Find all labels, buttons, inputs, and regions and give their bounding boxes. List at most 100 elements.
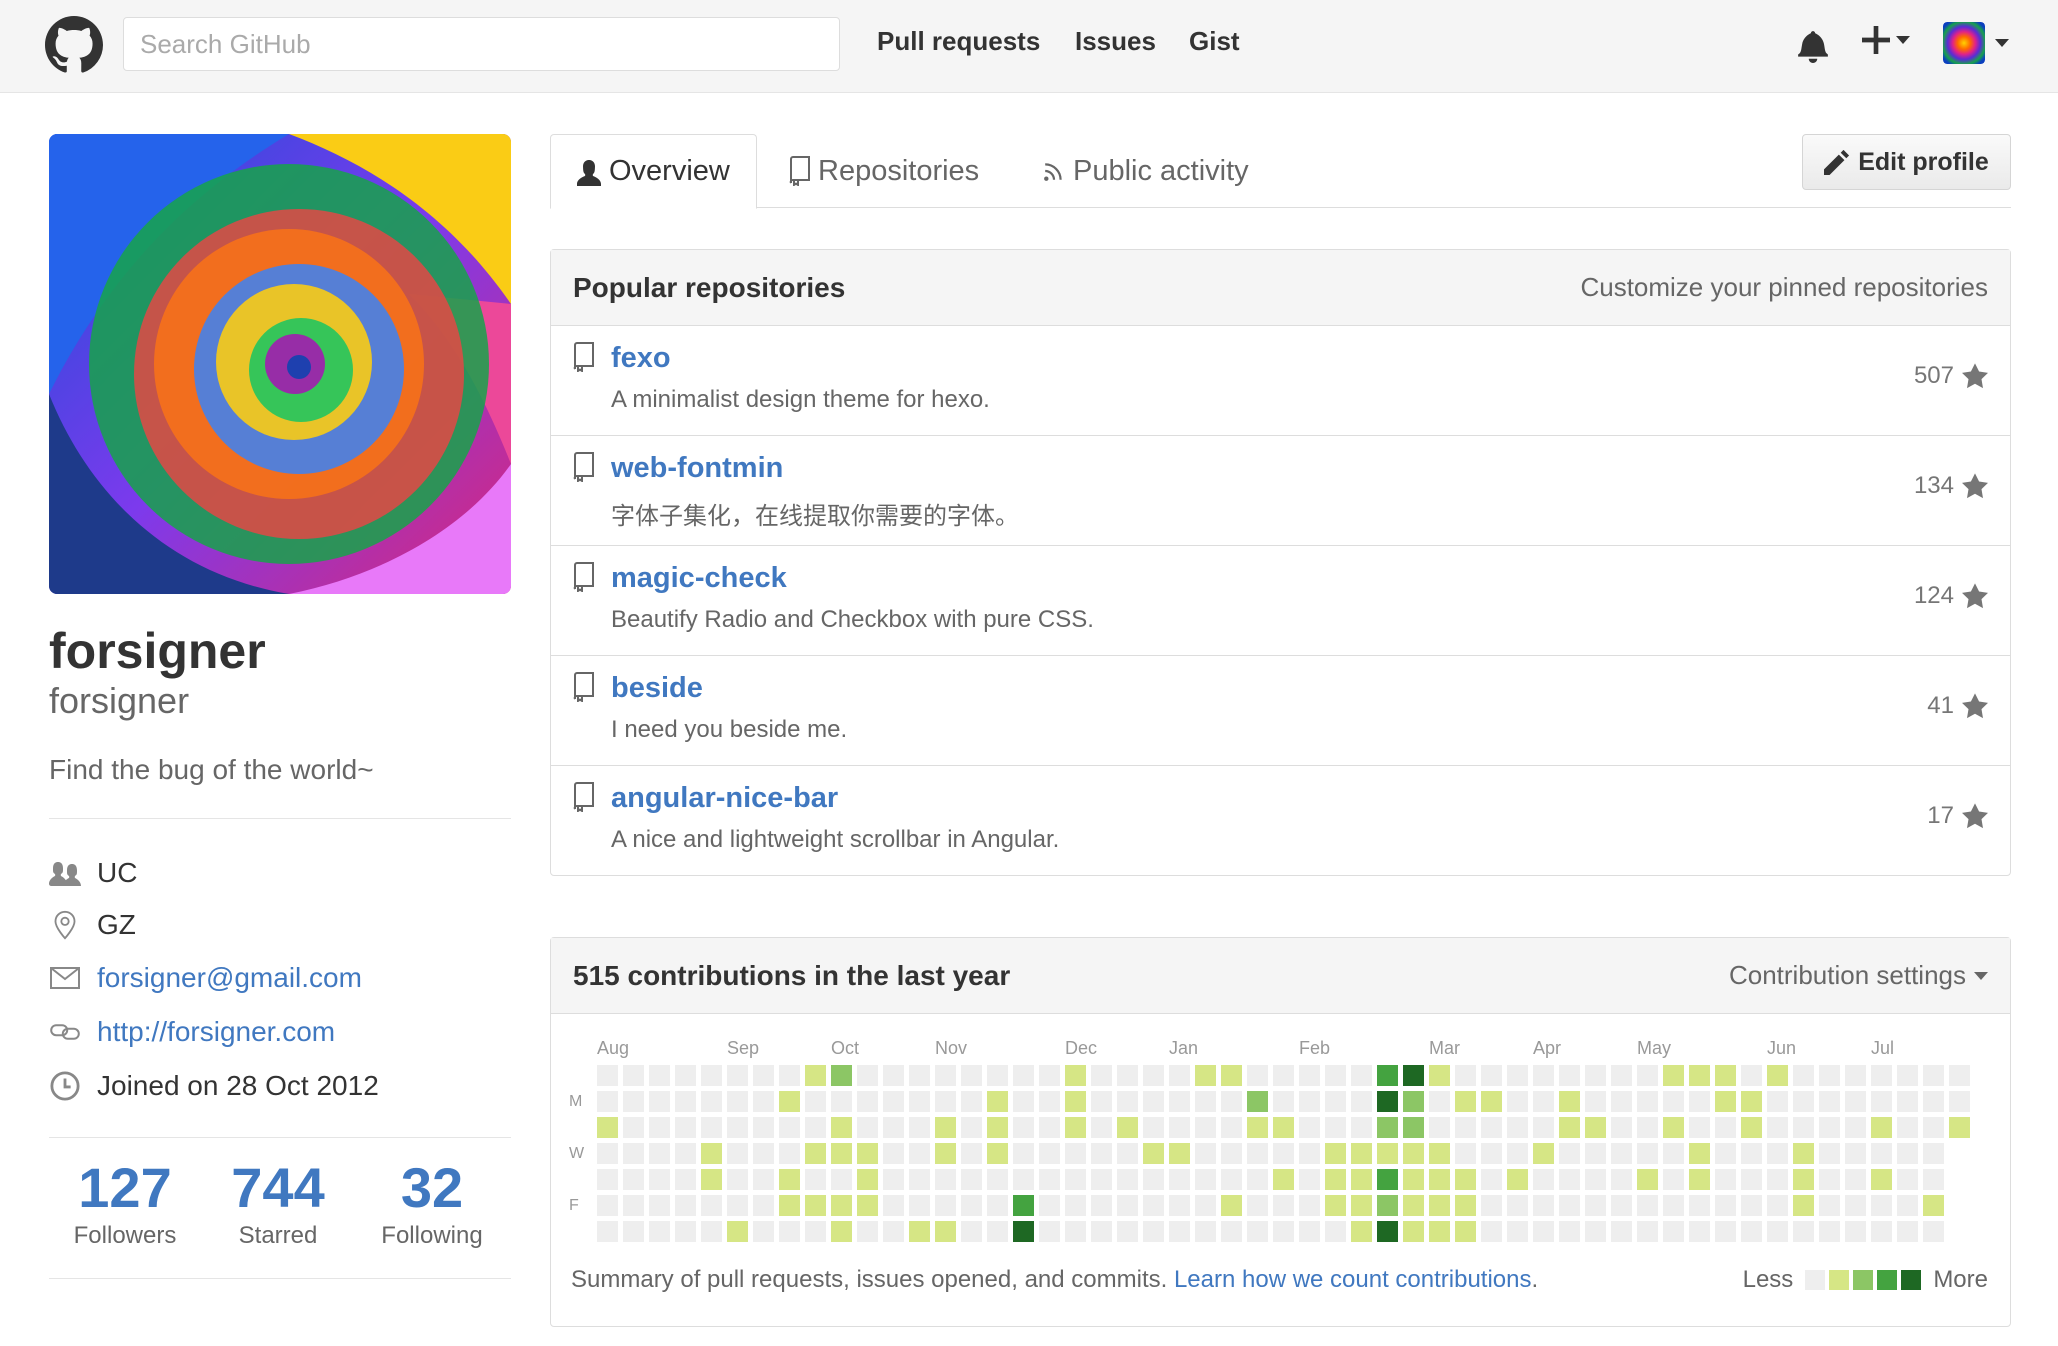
contribution-day[interactable] — [1039, 1065, 1060, 1086]
contribution-day[interactable] — [597, 1065, 618, 1086]
contribution-day[interactable] — [1377, 1169, 1398, 1190]
contribution-day[interactable] — [1871, 1221, 1892, 1242]
contribution-day[interactable] — [1091, 1065, 1112, 1086]
contribution-day[interactable] — [1351, 1169, 1372, 1190]
contribution-day[interactable] — [1221, 1091, 1242, 1112]
contribution-day[interactable] — [1403, 1117, 1424, 1138]
contribution-day[interactable] — [1169, 1169, 1190, 1190]
contribution-day[interactable] — [961, 1221, 982, 1242]
contribution-day[interactable] — [1169, 1091, 1190, 1112]
contribution-day[interactable] — [1871, 1117, 1892, 1138]
contribution-day[interactable] — [779, 1091, 800, 1112]
contribution-day[interactable] — [987, 1221, 1008, 1242]
contribution-day[interactable] — [649, 1143, 670, 1164]
contribution-day[interactable] — [1481, 1117, 1502, 1138]
contribution-day[interactable] — [1091, 1091, 1112, 1112]
contribution-day[interactable] — [597, 1195, 618, 1216]
contribution-day[interactable] — [831, 1143, 852, 1164]
repo-name-link[interactable]: angular-nice-bar — [611, 782, 838, 815]
contribution-day[interactable] — [675, 1091, 696, 1112]
tab-repositories[interactable]: Repositories — [788, 134, 979, 208]
contribution-day[interactable] — [909, 1117, 930, 1138]
contribution-day[interactable] — [675, 1169, 696, 1190]
contribution-day[interactable] — [779, 1169, 800, 1190]
contribution-day[interactable] — [753, 1091, 774, 1112]
contribution-day[interactable] — [1299, 1065, 1320, 1086]
contribution-day[interactable] — [753, 1117, 774, 1138]
contribution-day[interactable] — [779, 1065, 800, 1086]
contribution-day[interactable] — [779, 1221, 800, 1242]
contribution-day[interactable] — [1325, 1143, 1346, 1164]
contribution-day[interactable] — [1351, 1195, 1372, 1216]
contribution-day[interactable] — [935, 1117, 956, 1138]
contribution-day[interactable] — [753, 1065, 774, 1086]
contribution-day[interactable] — [1793, 1065, 1814, 1086]
contribution-day[interactable] — [1091, 1117, 1112, 1138]
contribution-day[interactable] — [1793, 1117, 1814, 1138]
nav-gist[interactable]: Gist — [1189, 26, 1240, 57]
contribution-day[interactable] — [1351, 1091, 1372, 1112]
search-input[interactable] — [123, 17, 840, 71]
contribution-day[interactable] — [1689, 1169, 1710, 1190]
contribution-day[interactable] — [883, 1143, 904, 1164]
contribution-day[interactable] — [753, 1195, 774, 1216]
contribution-day[interactable] — [1689, 1117, 1710, 1138]
contribution-day[interactable] — [909, 1221, 930, 1242]
contribution-day[interactable] — [1559, 1143, 1580, 1164]
contribution-day[interactable] — [1689, 1065, 1710, 1086]
contribution-day[interactable] — [1663, 1065, 1684, 1086]
contribution-day[interactable] — [1065, 1065, 1086, 1086]
contribution-day[interactable] — [909, 1065, 930, 1086]
contribution-day[interactable] — [1247, 1065, 1268, 1086]
contribution-day[interactable] — [675, 1117, 696, 1138]
contribution-day[interactable] — [1845, 1143, 1866, 1164]
repo-stars[interactable]: 17 — [1927, 802, 1988, 830]
repo-name-link[interactable]: web-fontmin — [611, 452, 783, 485]
repo-name-link[interactable]: fexo — [611, 342, 671, 375]
contribution-day[interactable] — [1559, 1169, 1580, 1190]
contribution-day[interactable] — [727, 1091, 748, 1112]
contribution-day[interactable] — [1247, 1195, 1268, 1216]
contribution-day[interactable] — [1013, 1221, 1034, 1242]
contribution-day[interactable] — [701, 1221, 722, 1242]
contribution-day[interactable] — [1533, 1221, 1554, 1242]
contribution-day[interactable] — [1117, 1143, 1138, 1164]
contribution-day[interactable] — [623, 1091, 644, 1112]
contribution-day[interactable] — [1663, 1195, 1684, 1216]
contribution-day[interactable] — [1299, 1221, 1320, 1242]
contribution-day[interactable] — [1273, 1221, 1294, 1242]
contribution-day[interactable] — [935, 1195, 956, 1216]
contribution-day[interactable] — [1429, 1091, 1450, 1112]
contribution-day[interactable] — [1169, 1195, 1190, 1216]
contribution-day[interactable] — [1403, 1169, 1424, 1190]
contribution-day[interactable] — [935, 1091, 956, 1112]
contribution-day[interactable] — [1533, 1065, 1554, 1086]
contribution-day[interactable] — [1351, 1065, 1372, 1086]
contribution-day[interactable] — [1897, 1169, 1918, 1190]
contribution-day[interactable] — [701, 1143, 722, 1164]
contribution-day[interactable] — [597, 1143, 618, 1164]
contribution-day[interactable] — [1741, 1169, 1762, 1190]
contribution-day[interactable] — [1169, 1117, 1190, 1138]
contribution-day[interactable] — [987, 1091, 1008, 1112]
customize-pinned-link[interactable]: Customize your pinned repositories — [1580, 272, 1988, 303]
contribution-day[interactable] — [1325, 1195, 1346, 1216]
contribution-day[interactable] — [1923, 1117, 1944, 1138]
contribution-day[interactable] — [935, 1221, 956, 1242]
contribution-day[interactable] — [675, 1143, 696, 1164]
contribution-day[interactable] — [1507, 1117, 1528, 1138]
contribution-day[interactable] — [1143, 1117, 1164, 1138]
contribution-day[interactable] — [1949, 1065, 1970, 1086]
contribution-day[interactable] — [1481, 1195, 1502, 1216]
contribution-day[interactable] — [649, 1091, 670, 1112]
contribution-day[interactable] — [1741, 1221, 1762, 1242]
contribution-day[interactable] — [1715, 1065, 1736, 1086]
contribution-day[interactable] — [1143, 1091, 1164, 1112]
contribution-day[interactable] — [1715, 1091, 1736, 1112]
contribution-day[interactable] — [1663, 1221, 1684, 1242]
contribution-day[interactable] — [1221, 1195, 1242, 1216]
contribution-day[interactable] — [1871, 1169, 1892, 1190]
contribution-day[interactable] — [727, 1117, 748, 1138]
contribution-day[interactable] — [1585, 1091, 1606, 1112]
contribution-day[interactable] — [1377, 1143, 1398, 1164]
